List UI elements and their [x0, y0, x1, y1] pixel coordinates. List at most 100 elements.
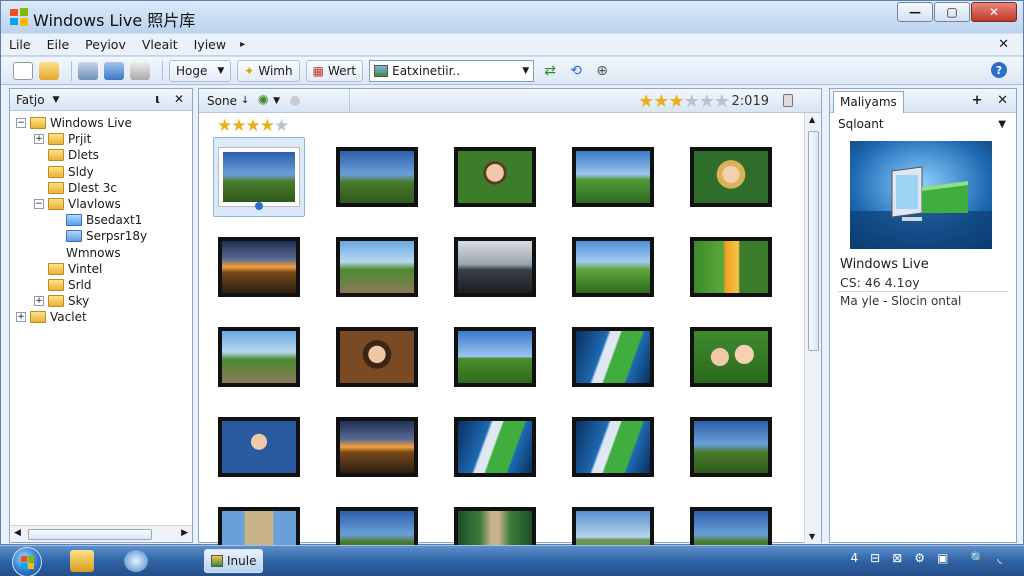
tree-item[interactable]: Sldy [10, 164, 192, 180]
info-select[interactable]: Sqloant ▼ [830, 113, 1016, 135]
open-folder-icon[interactable] [39, 61, 59, 80]
tray-search-icon[interactable]: 🔍 [970, 551, 985, 565]
collapse-icon[interactable]: − [34, 199, 44, 210]
rating-filter-stars[interactable]: ★★★★★★ [638, 91, 730, 112]
star-empty-icon[interactable]: ★ [684, 91, 700, 112]
star-filled-icon[interactable]: ★ [217, 116, 232, 136]
expand-icon[interactable]: + [34, 134, 44, 145]
photo-thumbnail[interactable] [567, 317, 659, 397]
star-filled-icon[interactable]: ★ [231, 116, 246, 136]
close-icon[interactable]: ✕ [174, 92, 184, 106]
photo-thumbnail[interactable] [685, 317, 777, 397]
taskbar-app-button[interactable]: Inule [204, 549, 264, 573]
explorer-folder-icon[interactable] [70, 550, 94, 572]
photo-thumbnail[interactable] [331, 317, 423, 397]
tree-item[interactable]: Wmnows [10, 245, 192, 261]
wert-button[interactable]: ▦ Wert [305, 59, 364, 82]
tree-item[interactable]: Bsedaxt1 [10, 212, 192, 228]
vertical-scrollbar[interactable]: ▲ ▼ [804, 113, 821, 543]
view-dropdown[interactable]: Eatxinetiir.. ▼ [369, 59, 535, 82]
photo-thumbnail[interactable] [685, 137, 777, 217]
star-filled-icon[interactable]: ★ [260, 116, 275, 136]
start-button[interactable] [12, 547, 42, 576]
selected-rating-stars[interactable]: ★★★★★ [217, 116, 289, 136]
chevron-down-icon[interactable]: ▼ [273, 96, 280, 106]
star-empty-icon[interactable]: ★ [274, 116, 289, 136]
collapse-icon[interactable]: − [16, 118, 26, 129]
zoom-icon[interactable]: ⊕ [592, 62, 612, 80]
tray-display-icon[interactable]: ⊠ [892, 551, 902, 565]
photo-thumbnail[interactable] [331, 407, 423, 487]
menu-item-eile[interactable]: Eile [39, 37, 78, 52]
photo-thumbnail[interactable] [685, 227, 777, 307]
tree-item[interactable]: + Sky [10, 293, 192, 309]
scrollbar-thumb[interactable] [28, 529, 152, 540]
scroll-left-icon[interactable]: ◀ [14, 528, 21, 538]
rotate-icon[interactable]: ⟲ [566, 62, 586, 80]
tree-item[interactable]: − Vlavlows [10, 196, 192, 212]
chevron-down-icon[interactable]: ▼ [53, 95, 60, 105]
expand-icon[interactable]: + [34, 296, 44, 307]
close-button[interactable]: ✕ [971, 2, 1017, 22]
scrollbar-thumb[interactable] [808, 131, 819, 351]
tab-info[interactable]: Maliyams [833, 91, 904, 113]
photo-thumbnail[interactable] [213, 407, 305, 487]
sort-label[interactable]: Sone [207, 94, 237, 108]
info-detail-secondary[interactable]: Ma yle - Slocin ontal [840, 294, 961, 308]
star-empty-icon[interactable]: ★ [714, 91, 730, 112]
star-filled-icon[interactable]: ★ [638, 91, 654, 112]
menu-close-icon[interactable]: ✕ [998, 37, 1009, 52]
tree-item[interactable]: Srld [10, 277, 192, 293]
photo-thumbnail[interactable] [449, 317, 541, 397]
photo-thumbnail[interactable] [331, 227, 423, 307]
scroll-right-icon[interactable]: ▶ [181, 528, 188, 538]
tree-item[interactable]: + Vaclet [10, 309, 192, 325]
maximize-button[interactable]: ▢ [934, 2, 970, 22]
photo-thumbnail[interactable] [213, 137, 305, 217]
wimh-button[interactable]: ✦ Wimh [237, 59, 300, 82]
photo-thumbnail[interactable] [449, 137, 541, 217]
print-icon[interactable] [130, 61, 150, 80]
add-icon[interactable]: + [972, 93, 983, 108]
pane-pin-close-controls[interactable]: ι ✕ [155, 92, 184, 106]
photo-thumbnail[interactable] [213, 227, 305, 307]
tree-item[interactable]: Vintel [10, 261, 192, 277]
photo-thumbnail[interactable] [213, 317, 305, 397]
menu-item-iyiew[interactable]: Iyiew [186, 37, 234, 52]
close-icon[interactable]: ✕ [997, 93, 1008, 108]
photo-thumbnail[interactable] [685, 407, 777, 487]
photo-thumbnail[interactable] [567, 407, 659, 487]
refresh-arrows-icon[interactable]: ⇄ [540, 62, 560, 80]
star-filled-icon[interactable]: ★ [653, 91, 669, 112]
sort-direction-icon[interactable]: ↓ [241, 95, 249, 106]
gear-icon[interactable]: ✺ [257, 93, 269, 109]
media-player-icon[interactable] [124, 550, 148, 572]
lock-icon[interactable] [783, 94, 793, 107]
hoge-dropdown-button[interactable]: Hoge ▼ [169, 59, 232, 82]
star-filled-icon[interactable]: ★ [246, 116, 261, 136]
info-detail[interactable]: CS: 46 4.1oy [840, 275, 920, 290]
photo-thumbnail[interactable] [331, 137, 423, 217]
star-filled-icon[interactable]: ★ [668, 91, 684, 112]
new-icon[interactable] [13, 61, 33, 80]
minimize-button[interactable]: — [897, 2, 933, 22]
menu-item-vleait[interactable]: Vleait [134, 37, 186, 52]
tray-settings-icon[interactable]: ⚙ [914, 551, 925, 565]
help-icon[interactable]: ? [991, 62, 1007, 78]
photo-thumbnail[interactable] [567, 227, 659, 307]
tree-item[interactable]: Serpsr18y [10, 228, 192, 244]
menu-overflow-icon[interactable]: ▸ [234, 39, 251, 50]
horizontal-scrollbar[interactable]: ◀ ▶ [10, 525, 192, 542]
menu-item-lile[interactable]: Lile [1, 37, 39, 52]
tray-show-desktop-icon[interactable]: ◟ [997, 551, 1002, 565]
tree-item[interactable]: Dlest 3c [10, 180, 192, 196]
copy-icon[interactable] [104, 61, 124, 80]
tree-item[interactable]: Dlets [10, 147, 192, 163]
tray-network-icon[interactable]: ⊟ [870, 551, 880, 565]
tree-item[interactable]: + Prjit [10, 131, 192, 147]
folder-pane-title[interactable]: Fatjo [16, 93, 45, 107]
photo-thumbnail[interactable] [449, 407, 541, 487]
photo-thumbnail[interactable] [567, 137, 659, 217]
disk-icon[interactable] [78, 61, 98, 80]
tray-notes-icon[interactable]: ▣ [937, 551, 948, 565]
